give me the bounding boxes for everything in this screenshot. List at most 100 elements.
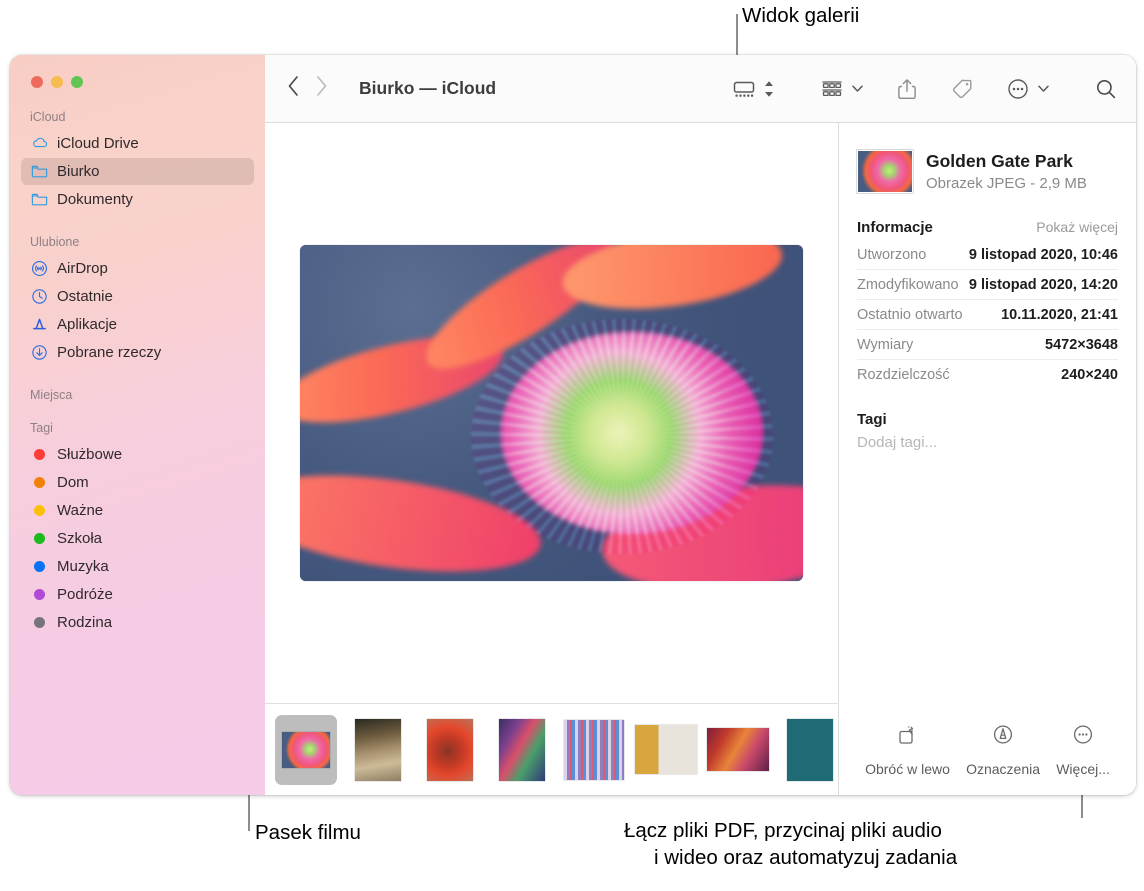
folder-icon xyxy=(30,162,49,181)
sidebar-item-tag-szkola[interactable]: Szkoła xyxy=(21,525,254,552)
info-row-key: Ostatnio otwarto xyxy=(857,307,963,323)
forward-button[interactable] xyxy=(315,75,328,102)
finder-window: iCloud iCloud Drive Biurko Dokumenty Ulu… xyxy=(10,55,1136,795)
info-row-value: 9 listopad 2020, 10:46 xyxy=(968,247,1118,263)
thumb-stripes-person[interactable] xyxy=(563,715,625,785)
gallery-view-button[interactable] xyxy=(732,69,756,109)
info-row-ostatnio-otwarto: Ostatnio otwarto 10.11.2020, 21:41 xyxy=(857,300,1118,330)
search-button[interactable] xyxy=(1094,69,1118,109)
show-more-link[interactable]: Pokaż więcej xyxy=(1036,219,1118,235)
rotate-left-button[interactable]: Obróć w lewo xyxy=(865,723,950,777)
info-row-zmodyfikowano: Zmodyfikowano 9 listopad 2020, 14:20 xyxy=(857,270,1118,300)
thumb-louisa-parris[interactable] xyxy=(635,715,697,785)
preview-image-golden-gate-park[interactable] xyxy=(300,245,803,581)
action-label: Więcej... xyxy=(1056,761,1110,777)
preview-column xyxy=(265,123,838,795)
info-row-rozdzielczosc: Rozdzielczość 240×240 xyxy=(857,360,1118,389)
app-store-icon xyxy=(30,315,49,334)
more-quick-actions-button[interactable]: Więcej... xyxy=(1056,723,1110,777)
annotation-gallery-view: Widok galerii xyxy=(742,4,860,27)
quick-actions: Obróć w lewo Oznaczenia Więcej... xyxy=(857,723,1118,795)
markup-button[interactable]: Oznaczenia xyxy=(966,723,1040,777)
sidebar-section-header-miejsca: Miejsca xyxy=(30,388,73,402)
window-controls xyxy=(10,63,265,88)
sidebar-item-label: Ostatnie xyxy=(57,288,113,305)
window-title: Biurko — iCloud xyxy=(359,78,497,98)
sidebar-item-aplikacje[interactable]: Aplikacje xyxy=(21,311,254,338)
sidebar-item-tag-muzyka[interactable]: Muzyka xyxy=(21,553,254,580)
clock-icon xyxy=(30,287,49,306)
view-options-stepper[interactable] xyxy=(762,69,776,109)
sidebar-section-header-tagi: Tagi xyxy=(30,421,53,435)
dot-icon xyxy=(30,613,49,632)
sidebar-item-tag-wazne[interactable]: Ważne xyxy=(21,497,254,524)
annotation-more-tools-line2: i wideo oraz automatyzuj zadania xyxy=(654,846,958,869)
sidebar-item-label: Dom xyxy=(57,474,89,491)
info-row-value: 240×240 xyxy=(1061,367,1118,383)
thumb-marketing-plan[interactable] xyxy=(779,715,838,785)
info-row-value: 9 listopad 2020, 14:20 xyxy=(968,277,1118,293)
group-by-chevron[interactable] xyxy=(844,69,864,109)
thumb-gradient-beam[interactable] xyxy=(707,715,769,785)
info-row-wymiary: Wymiary 5472×3648 xyxy=(857,330,1118,360)
info-row-key: Rozdzielczość xyxy=(857,367,950,383)
sidebar-item-label: Biurko xyxy=(57,163,100,180)
navigation-arrows xyxy=(287,75,328,102)
dot-icon xyxy=(30,529,49,548)
airdrop-icon xyxy=(30,259,49,278)
thumb-red-hand[interactable] xyxy=(419,715,481,785)
dot-icon xyxy=(30,445,49,464)
tags-title: Tagi xyxy=(857,411,887,428)
sidebar-item-label: Muzyka xyxy=(57,558,109,575)
sidebar-item-label: Służbowe xyxy=(57,446,123,463)
sidebar-item-dokumenty[interactable]: Dokumenty xyxy=(21,186,254,213)
sidebar-item-airdrop[interactable]: AirDrop xyxy=(21,255,254,282)
sidebar-item-tag-rodzina[interactable]: Rodzina xyxy=(21,609,254,636)
sidebar-item-tag-podroze[interactable]: Podróże xyxy=(21,581,254,608)
action-label: Obróć w lewo xyxy=(865,761,950,777)
sidebar-section-header-icloud: iCloud xyxy=(30,110,66,124)
info-row-value: 5472×3648 xyxy=(1045,337,1118,353)
sidebar-item-label: AirDrop xyxy=(57,260,108,277)
filmstrip[interactable] xyxy=(265,703,838,795)
info-header: Golden Gate Park Obrazek JPEG - 2,9 MB xyxy=(857,123,1118,193)
dot-icon xyxy=(30,501,49,520)
cloud-icon xyxy=(30,134,49,153)
info-row-value: 10.11.2020, 21:41 xyxy=(1001,307,1118,323)
sidebar-item-biurko[interactable]: Biurko xyxy=(21,158,254,185)
thumb-forest-path[interactable] xyxy=(347,715,409,785)
back-button[interactable] xyxy=(287,75,300,102)
more-actions-button[interactable] xyxy=(1006,69,1030,109)
group-by-button[interactable] xyxy=(820,69,844,109)
minimize-button[interactable] xyxy=(51,76,63,88)
zoom-button[interactable] xyxy=(71,76,83,88)
sidebar: iCloud iCloud Drive Biurko Dokumenty Ulu… xyxy=(10,55,265,795)
rotate-left-icon xyxy=(895,723,921,752)
close-button[interactable] xyxy=(31,76,43,88)
thumb-flower-macro[interactable] xyxy=(275,714,337,785)
sidebar-section-header-ulubione: Ulubione xyxy=(30,235,80,249)
share-button[interactable] xyxy=(896,69,918,109)
sidebar-item-label: Pobrane rzeczy xyxy=(57,344,162,361)
info-thumbnail xyxy=(857,150,913,193)
more-actions-chevron[interactable] xyxy=(1030,69,1050,109)
sidebar-item-tag-dom[interactable]: Dom xyxy=(21,469,254,496)
sidebar-item-ostatnie[interactable]: Ostatnie xyxy=(21,283,254,310)
dot-icon xyxy=(30,585,49,604)
sidebar-item-tag-sluzbowe[interactable]: Służbowe xyxy=(21,441,254,468)
file-subtitle: Obrazek JPEG - 2,9 MB xyxy=(926,175,1087,193)
sidebar-item-pobrane-rzeczy[interactable]: Pobrane rzeczy xyxy=(21,339,254,366)
annotation-film-strip: Pasek filmu xyxy=(255,821,361,844)
folder-icon xyxy=(30,190,49,209)
sidebar-item-label: Podróże xyxy=(57,586,113,603)
file-name: Golden Gate Park xyxy=(926,150,1073,171)
tag-button[interactable] xyxy=(950,69,974,109)
sidebar-item-label: Szkoła xyxy=(57,530,103,547)
info-row-key: Wymiary xyxy=(857,337,914,353)
thumb-portrait-neon[interactable] xyxy=(491,715,553,785)
preview-area xyxy=(265,123,838,703)
sidebar-item-label: Ważne xyxy=(57,502,104,519)
sidebar-item-icloud-drive[interactable]: iCloud Drive xyxy=(21,130,254,157)
toolbar-buttons xyxy=(732,69,1136,109)
add-tags-input[interactable]: Dodaj tagi... xyxy=(857,434,1118,451)
